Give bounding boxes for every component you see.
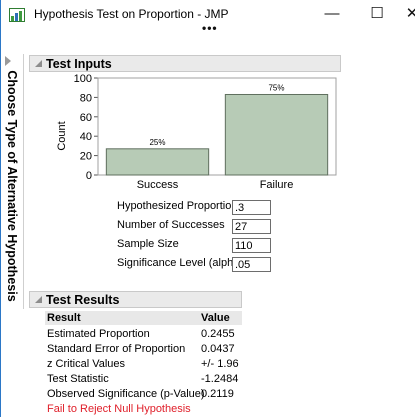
x-tick-label: Success [137, 179, 179, 191]
significance-level-label: Significance Level (alpha) [117, 257, 243, 269]
table-row: Standard Error of Proportion 0.0437 [45, 342, 245, 356]
result-value: -1.2484 [201, 373, 239, 385]
bar-success[interactable] [105, 148, 210, 176]
test-results-title: Test Results [46, 293, 120, 307]
close-button[interactable]: ✕ [399, 3, 415, 25]
alternative-hypothesis-tab[interactable]: Choose Type of Alternative Hypothesis [3, 68, 21, 304]
y-tick-label: 0 [86, 170, 92, 182]
title-bar[interactable]: Hypothesis Test on Proportion - JMP — ☐ … [1, 0, 415, 34]
more-options-icon[interactable]: ••• [202, 22, 218, 34]
test-results-outline[interactable]: Test Results [29, 291, 242, 308]
y-tick-label: 80 [80, 92, 92, 104]
column-header-value: Value [201, 312, 230, 324]
window-title: Hypothesis Test on Proportion - JMP [34, 7, 229, 21]
disclosure-triangle-icon[interactable] [35, 296, 42, 303]
disclosure-triangle-icon[interactable] [35, 60, 42, 67]
table-row: z Critical Values +/- 1.96 [45, 357, 245, 371]
result-name: Observed Significance (p-Value) [47, 388, 205, 400]
y-tick-label: 40 [80, 131, 92, 143]
bar-data-label: 25% [149, 138, 165, 147]
table-row: Estimated Proportion 0.2455 [45, 327, 245, 341]
table-row: Observed Significance (p-Value) 0.2119 [45, 387, 245, 401]
y-axis-label: Count [56, 121, 68, 150]
result-name: z Critical Values [47, 358, 126, 370]
bar-failure[interactable] [224, 93, 329, 176]
result-value: +/- 1.96 [201, 358, 239, 370]
jmp-app-icon [9, 8, 25, 22]
sample-size-input[interactable] [232, 238, 271, 253]
minimize-button[interactable]: — [319, 3, 345, 25]
test-inputs-title: Test Inputs [46, 57, 112, 71]
result-value: 0.0437 [201, 343, 235, 355]
sample-size-label: Sample Size [117, 238, 179, 250]
alternative-hypothesis-tab-label: Choose Type of Alternative Hypothesis [5, 70, 19, 302]
hypothesized-proportion-input[interactable] [232, 200, 271, 215]
test-inputs-outline[interactable]: Test Inputs [29, 55, 341, 72]
side-tab-divider [23, 54, 24, 309]
result-name: Test Statistic [47, 373, 109, 385]
y-tick-label: 20 [80, 151, 92, 163]
test-conclusion: Fail to Reject Null Hypothesis [47, 403, 191, 415]
result-name: Standard Error of Proportion [47, 343, 186, 355]
side-tab-expand-icon[interactable] [5, 56, 11, 66]
result-name: Estimated Proportion [47, 328, 150, 340]
result-value: 0.2455 [201, 328, 235, 340]
number-of-successes-label: Number of Successes [117, 219, 225, 231]
maximize-button[interactable]: ☐ [364, 3, 390, 25]
x-tick-label: Failure [260, 179, 294, 191]
table-row: Test Statistic -1.2484 [45, 372, 245, 386]
number-of-successes-input[interactable] [232, 219, 271, 234]
hypothesized-proportion-label: Hypothesized Proportion [117, 200, 238, 212]
jmp-window: Hypothesis Test on Proportion - JMP — ☐ … [0, 0, 415, 417]
y-tick-label: 60 [80, 112, 92, 124]
y-tick-label: 100 [74, 73, 92, 85]
bar-data-label: 75% [268, 83, 284, 92]
proportion-bar-chart: Count 0 20 40 60 80 100 25% 75% Success Failure [56, 73, 337, 191]
significance-level-input[interactable] [232, 257, 271, 272]
column-header-result: Result [47, 312, 81, 324]
result-value: 0.2119 [201, 388, 234, 400]
table-header-row: Result Value [45, 311, 242, 325]
